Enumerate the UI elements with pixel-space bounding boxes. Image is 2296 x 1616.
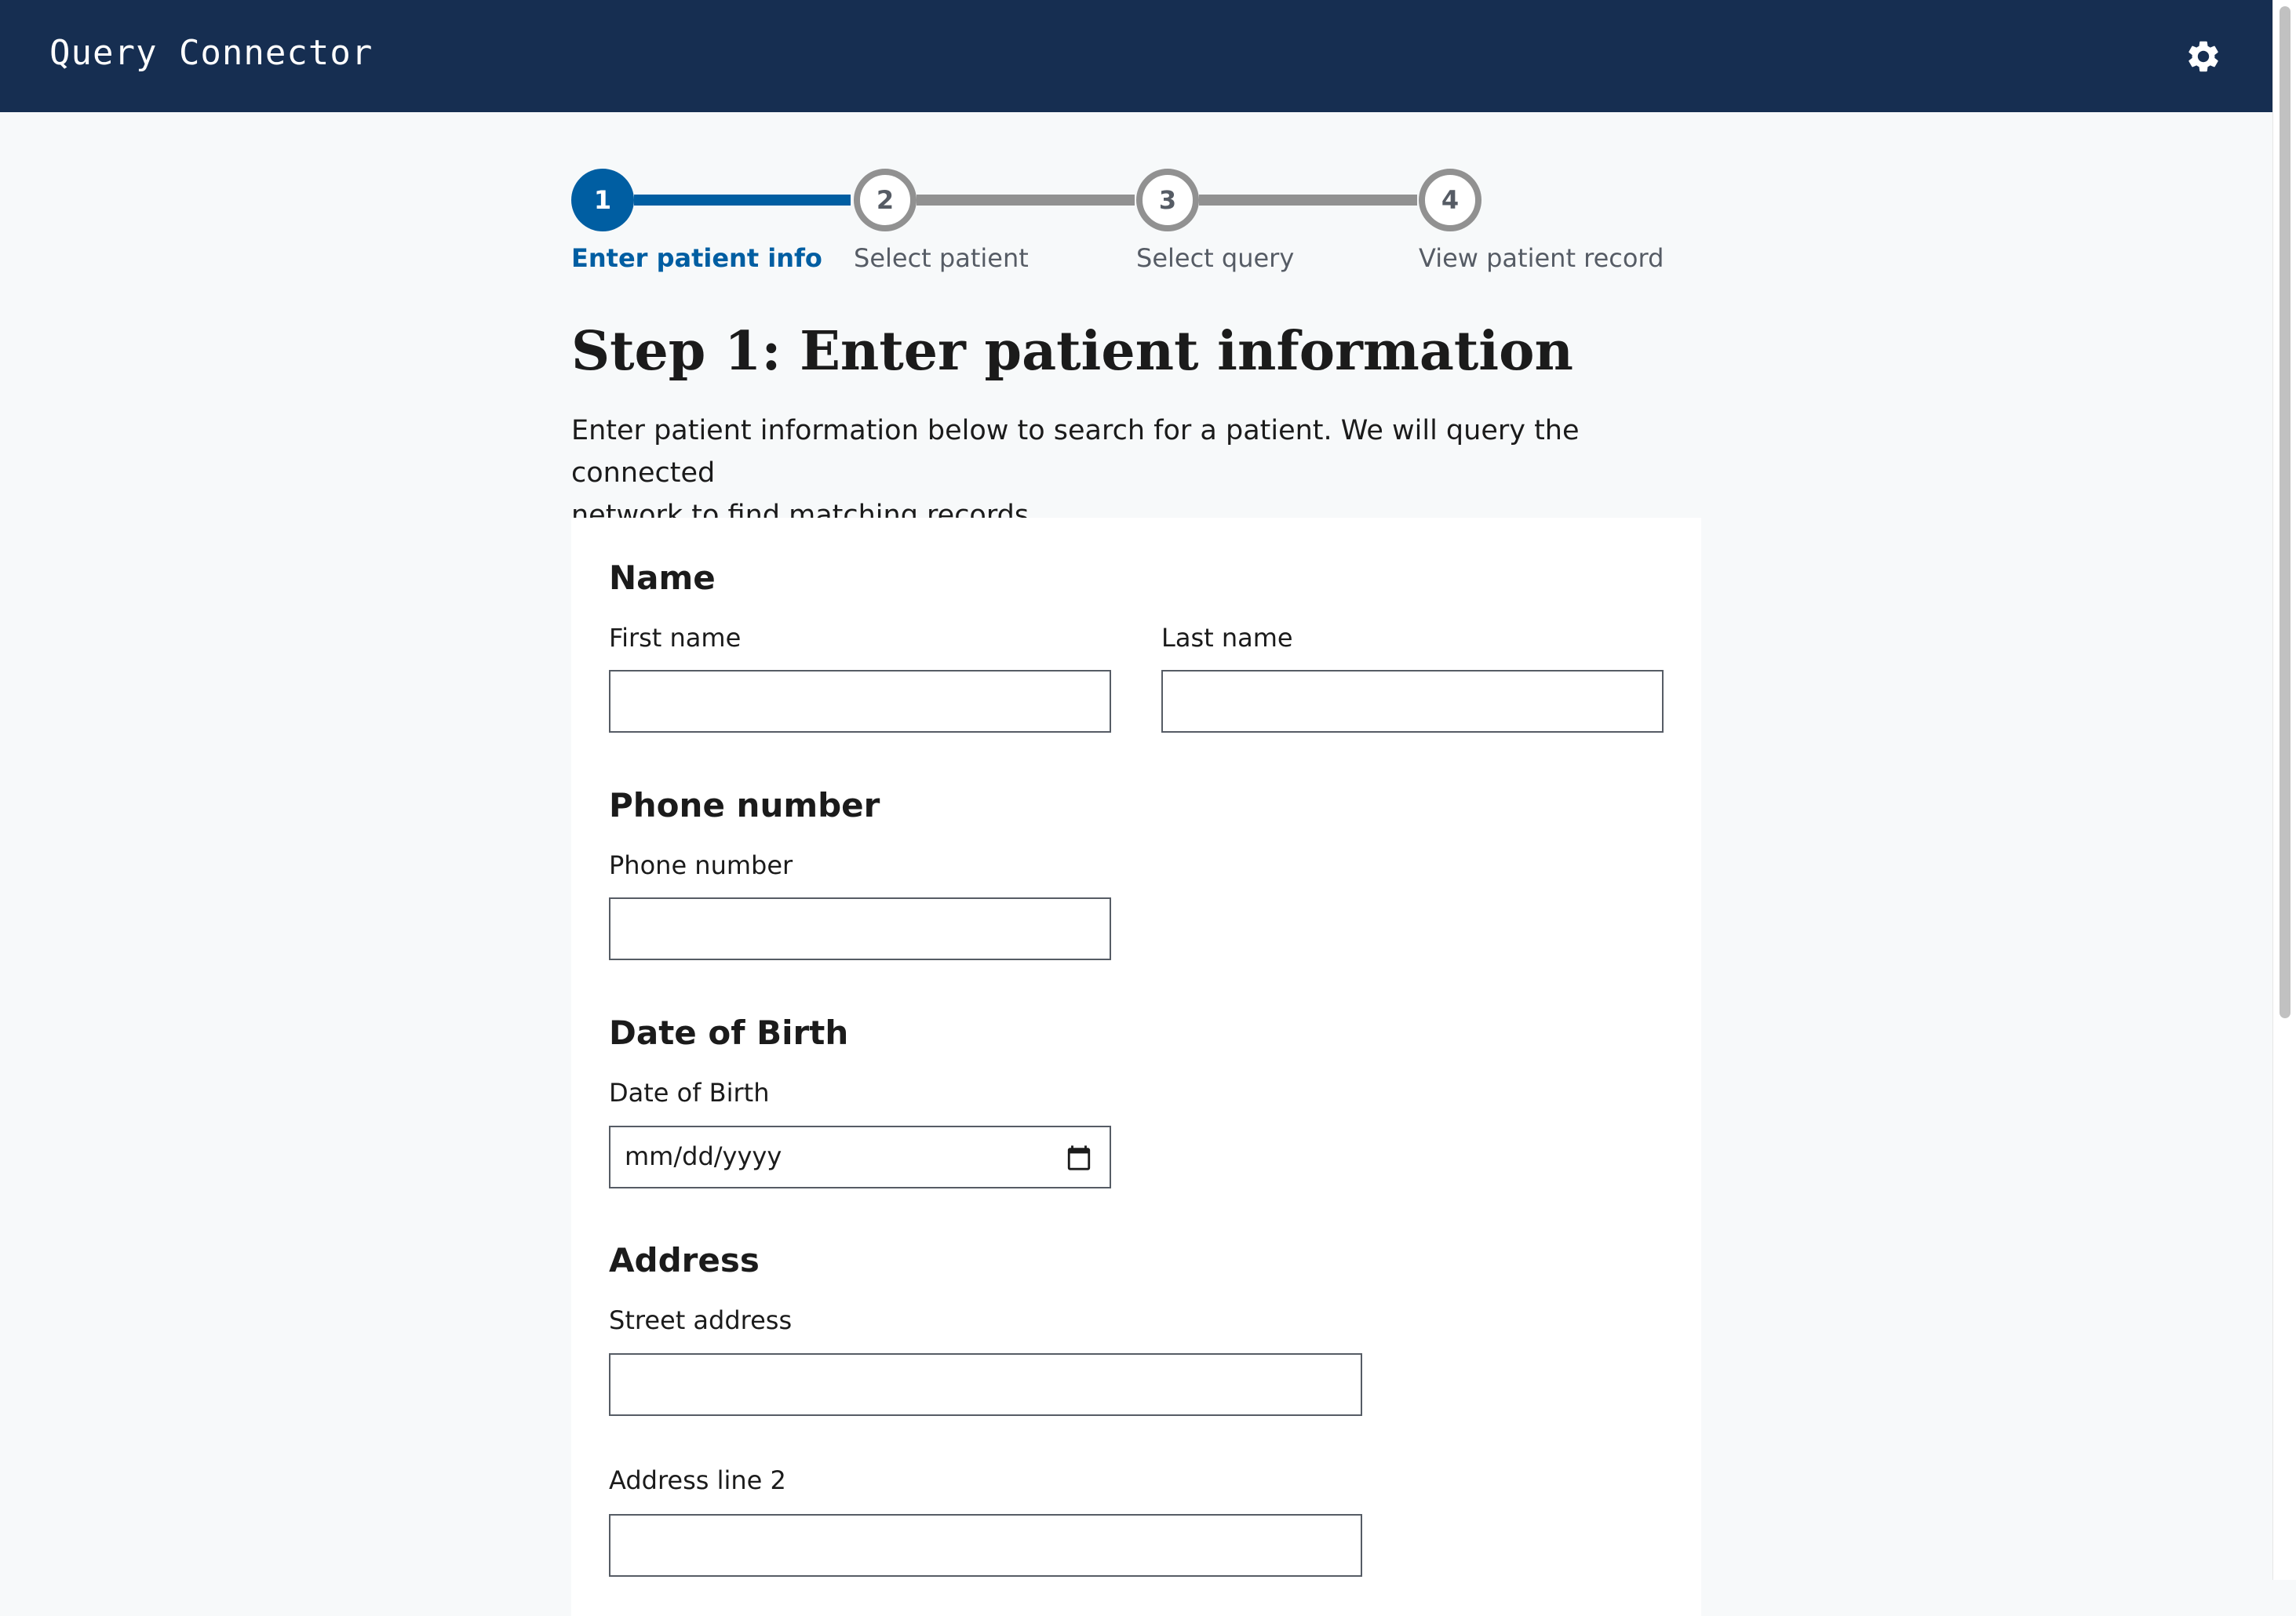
dob-input[interactable]: mm/dd/yyyy bbox=[609, 1126, 1111, 1188]
scrollbar-thumb[interactable] bbox=[2280, 6, 2291, 1018]
step-1-label: Enter patient info bbox=[571, 243, 822, 273]
dob-section-title: Date of Birth bbox=[609, 1014, 849, 1052]
calendar-icon[interactable] bbox=[1066, 1145, 1092, 1171]
step-3-label: Select query bbox=[1136, 243, 1295, 273]
address-line-2-label: Address line 2 bbox=[609, 1465, 786, 1495]
last-name-input[interactable] bbox=[1161, 670, 1664, 733]
dob-label: Date of Birth bbox=[609, 1078, 770, 1108]
step-connector-3 bbox=[1199, 195, 1417, 206]
first-name-label: First name bbox=[609, 623, 742, 653]
step-4-circle: 4 bbox=[1419, 169, 1481, 231]
step-2-circle: 2 bbox=[854, 169, 917, 231]
phone-label: Phone number bbox=[609, 850, 793, 880]
address-section-title: Address bbox=[609, 1241, 760, 1279]
page-scrollbar[interactable] bbox=[2272, 0, 2296, 1580]
intro-line-1: Enter patient information below to searc… bbox=[571, 415, 1580, 489]
step-connector-1 bbox=[634, 195, 851, 206]
step-1-circle: 1 bbox=[571, 169, 634, 231]
phone-section-title: Phone number bbox=[609, 786, 880, 824]
patient-form: Name First name Last name Phone number P… bbox=[571, 518, 1701, 1616]
first-name-input[interactable] bbox=[609, 670, 1111, 733]
last-name-label: Last name bbox=[1161, 623, 1293, 653]
dob-placeholder: mm/dd/yyyy bbox=[625, 1141, 782, 1171]
address-line-2-input[interactable] bbox=[609, 1514, 1362, 1577]
step-3-circle: 3 bbox=[1136, 169, 1199, 231]
page-title: Step 1: Enter patient information bbox=[571, 320, 1573, 383]
step-4-label: View patient record bbox=[1419, 243, 1664, 273]
step-connector-2 bbox=[917, 195, 1135, 206]
step-indicator: 1 2 3 4 Enter patient info Select patien… bbox=[0, 0, 2272, 282]
street-address-input[interactable] bbox=[609, 1353, 1362, 1416]
phone-input[interactable] bbox=[609, 897, 1111, 960]
street-address-label: Street address bbox=[609, 1305, 793, 1335]
step-2-label: Select patient bbox=[854, 243, 1029, 273]
name-section-title: Name bbox=[609, 559, 716, 597]
